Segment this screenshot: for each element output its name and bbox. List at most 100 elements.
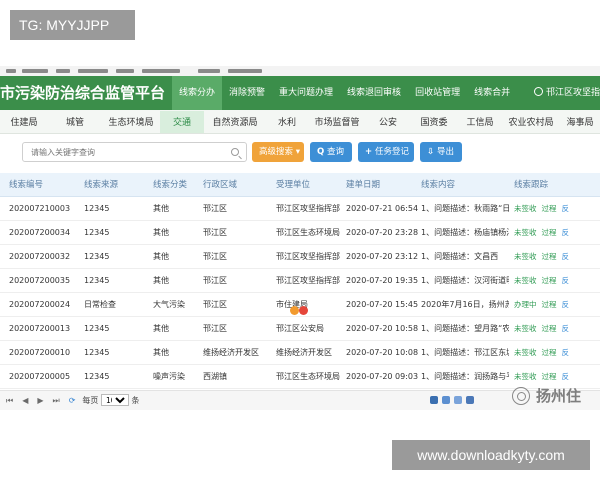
table-cell-unit: 邗江区生态环境局 <box>276 228 340 237</box>
department-tab[interactable]: 生态环境局 <box>102 111 160 133</box>
department-tab[interactable]: 城管 <box>48 111 102 133</box>
sign-status-action[interactable]: 未签收 <box>514 372 537 381</box>
prev-page-icon[interactable]: ◀ <box>22 391 28 410</box>
table-row[interactable]: 202007200005 12345 噪声污染 西湖镇 邗江区生态环境局 2020-07-… <box>0 365 600 389</box>
task-register-button[interactable]: + 任务登记 <box>358 142 414 162</box>
table-row[interactable]: 202007200032 12345 其他 邗江区 邗江区攻坚指挥部 2020-07-20… <box>0 245 600 269</box>
table-cell-region: 西湖镇 <box>203 372 227 381</box>
department-tab[interactable]: 海事局 <box>560 111 600 133</box>
feedback-action[interactable]: 反 <box>562 372 570 381</box>
table-cell-source: 12345 <box>84 276 110 285</box>
column-header[interactable]: 线索内容 <box>421 173 509 197</box>
sign-status-action[interactable]: 未签收 <box>514 228 537 237</box>
feedback-action[interactable]: 反 <box>562 204 570 213</box>
department-tab[interactable]: 国资委 <box>410 111 458 133</box>
process-action[interactable]: 过程 <box>542 324 557 333</box>
export-label: 导出 <box>437 147 455 157</box>
last-page-icon[interactable]: ⏭ <box>53 391 60 410</box>
per-page-select[interactable]: 10 <box>100 394 129 406</box>
topnav-item-huishouzhan[interactable]: 回收站管理 <box>408 76 467 110</box>
feedback-action[interactable]: 反 <box>562 300 570 309</box>
advanced-search-button[interactable]: 高级搜索 ▾ <box>252 142 304 162</box>
table-cell-category: 其他 <box>153 348 169 357</box>
sign-status-action[interactable]: 未签收 <box>514 252 537 261</box>
feedback-action[interactable]: 反 <box>562 252 570 261</box>
process-action[interactable]: 过程 <box>542 348 557 357</box>
sign-status-action[interactable]: 未签收 <box>514 204 537 213</box>
department-tab[interactable]: 住建局 <box>0 111 48 133</box>
topnav-item-xiaochu-yujing[interactable]: 消除预警 <box>222 76 272 110</box>
sign-status-action[interactable]: 未签收 <box>514 348 537 357</box>
table-row[interactable]: 202007200035 12345 其他 邗江区 邗江区攻坚指挥部 2020-07-20… <box>0 269 600 293</box>
table-cell-source: 12345 <box>84 324 110 333</box>
search-icon: Q <box>317 147 325 157</box>
weibo-watermark: 扬州住 <box>512 385 600 407</box>
query-button[interactable]: Q 查询 <box>310 142 352 162</box>
process-action[interactable]: 过程 <box>542 204 557 213</box>
column-header[interactable]: 受理单位 <box>276 173 343 197</box>
toolbar: 高级搜索 ▾ Q查询 +任务登记 ⇩导出 <box>0 142 600 164</box>
table-cell-region: 维扬经济开发区 <box>203 348 259 357</box>
department-tab[interactable]: 工信局 <box>458 111 502 133</box>
table-row[interactable]: 202007210003 12345 其他 邗江区 邗江区攻坚指挥部 2020-07-21… <box>0 197 600 221</box>
feedback-action[interactable]: 反 <box>562 324 570 333</box>
next-page-icon[interactable]: ▶ <box>37 391 43 410</box>
table-cell-id: 202007200024 <box>9 300 71 309</box>
department-tab[interactable]: 自然资源局 <box>204 111 266 133</box>
column-header[interactable]: 线索来源 <box>84 173 144 197</box>
search-icon[interactable] <box>231 148 239 156</box>
taskbar-app-icon[interactable] <box>466 396 474 404</box>
department-tab[interactable]: 农业农村局 <box>502 111 560 133</box>
table-cell-date: 2020-07-20 10:08 <box>346 348 419 357</box>
column-header[interactable]: 线索编号 <box>9 173 71 197</box>
process-action[interactable]: 过程 <box>542 252 557 261</box>
feedback-action[interactable]: 反 <box>562 276 570 285</box>
department-tab[interactable]: 水利 <box>266 111 308 133</box>
table-cell-source: 12345 <box>84 372 110 381</box>
topnav-item-xiansuo-fenban[interactable]: 线索分办 <box>172 76 223 110</box>
column-header[interactable]: 线索跟踪 <box>514 173 600 197</box>
refresh-icon[interactable]: ⟳ <box>69 391 76 410</box>
department-tab[interactable]: 公安 <box>366 111 410 133</box>
column-header[interactable]: 建单日期 <box>346 173 420 197</box>
sign-status-action[interactable]: 未签收 <box>514 324 537 333</box>
export-button[interactable]: ⇩ 导出 <box>420 142 462 162</box>
table-cell-date: 2020-07-20 19:35 <box>346 276 419 285</box>
user-menu[interactable]: 邗江区攻坚指 <box>533 76 600 110</box>
search-box[interactable] <box>22 142 247 162</box>
process-action[interactable]: 过程 <box>542 372 557 381</box>
process-action[interactable]: 过程 <box>542 276 557 285</box>
topnav-item-zhongda-wenti[interactable]: 重大问题办理 <box>272 76 340 110</box>
table-cell-content: 2020年7月16日，扬州苏设 <box>421 300 509 309</box>
watermark-text: 扬州住 <box>536 387 582 405</box>
table-cell-date: 2020-07-20 09:03 <box>346 372 419 381</box>
sign-status-action[interactable]: 未签收 <box>514 276 537 285</box>
chevron-down-icon: ▾ <box>295 147 300 157</box>
table-cell-unit: 邗江区攻坚指挥部 <box>276 276 340 285</box>
taskbar-app-icon[interactable] <box>430 396 438 404</box>
column-header[interactable]: 线索分类 <box>153 173 201 197</box>
department-tab[interactable]: 市场监督管 <box>308 111 366 133</box>
department-tab[interactable]: 交通 <box>160 111 204 133</box>
feedback-action[interactable]: 反 <box>562 348 570 357</box>
table-row[interactable]: 202007200010 12345 其他 维扬经济开发区 维扬经济开发区 2020-07… <box>0 341 600 365</box>
table-cell-date: 2020-07-20 23:28 <box>346 228 419 237</box>
first-page-icon[interactable]: ⏮ <box>6 391 13 410</box>
export-icon: ⇩ <box>427 147 435 157</box>
department-tabs: 住建局 城管 生态环境局 交通 自然资源局 水利 市场监督管 公安 国资委 工信局 农业农村局 海事局 <box>0 110 600 134</box>
search-input[interactable] <box>31 146 221 159</box>
process-action[interactable]: 过程 <box>542 300 557 309</box>
feedback-action[interactable]: 反 <box>562 228 570 237</box>
table-row[interactable]: 202007200034 12345 其他 邗江区 邗江区生态环境局 2020-07-20… <box>0 221 600 245</box>
taskbar-app-icon[interactable] <box>454 396 462 404</box>
table-cell-unit: 市住建局 <box>276 300 308 309</box>
topnav-item-tuihui-shenhe[interactable]: 线索退回审核 <box>340 76 408 110</box>
table-cell-id: 202007200013 <box>9 324 71 333</box>
sign-status-action[interactable]: 办理中 <box>514 300 537 309</box>
column-header[interactable]: 行政区域 <box>203 173 275 197</box>
topnav-item-xiansuo-hebing[interactable]: 线索合并 <box>467 76 517 110</box>
table-row[interactable]: 202007200013 12345 其他 邗江区 邗江区公安局 2020-07-20 1… <box>0 317 600 341</box>
taskbar-app-icon[interactable] <box>442 396 450 404</box>
process-action[interactable]: 过程 <box>542 228 557 237</box>
user-icon <box>533 87 543 96</box>
